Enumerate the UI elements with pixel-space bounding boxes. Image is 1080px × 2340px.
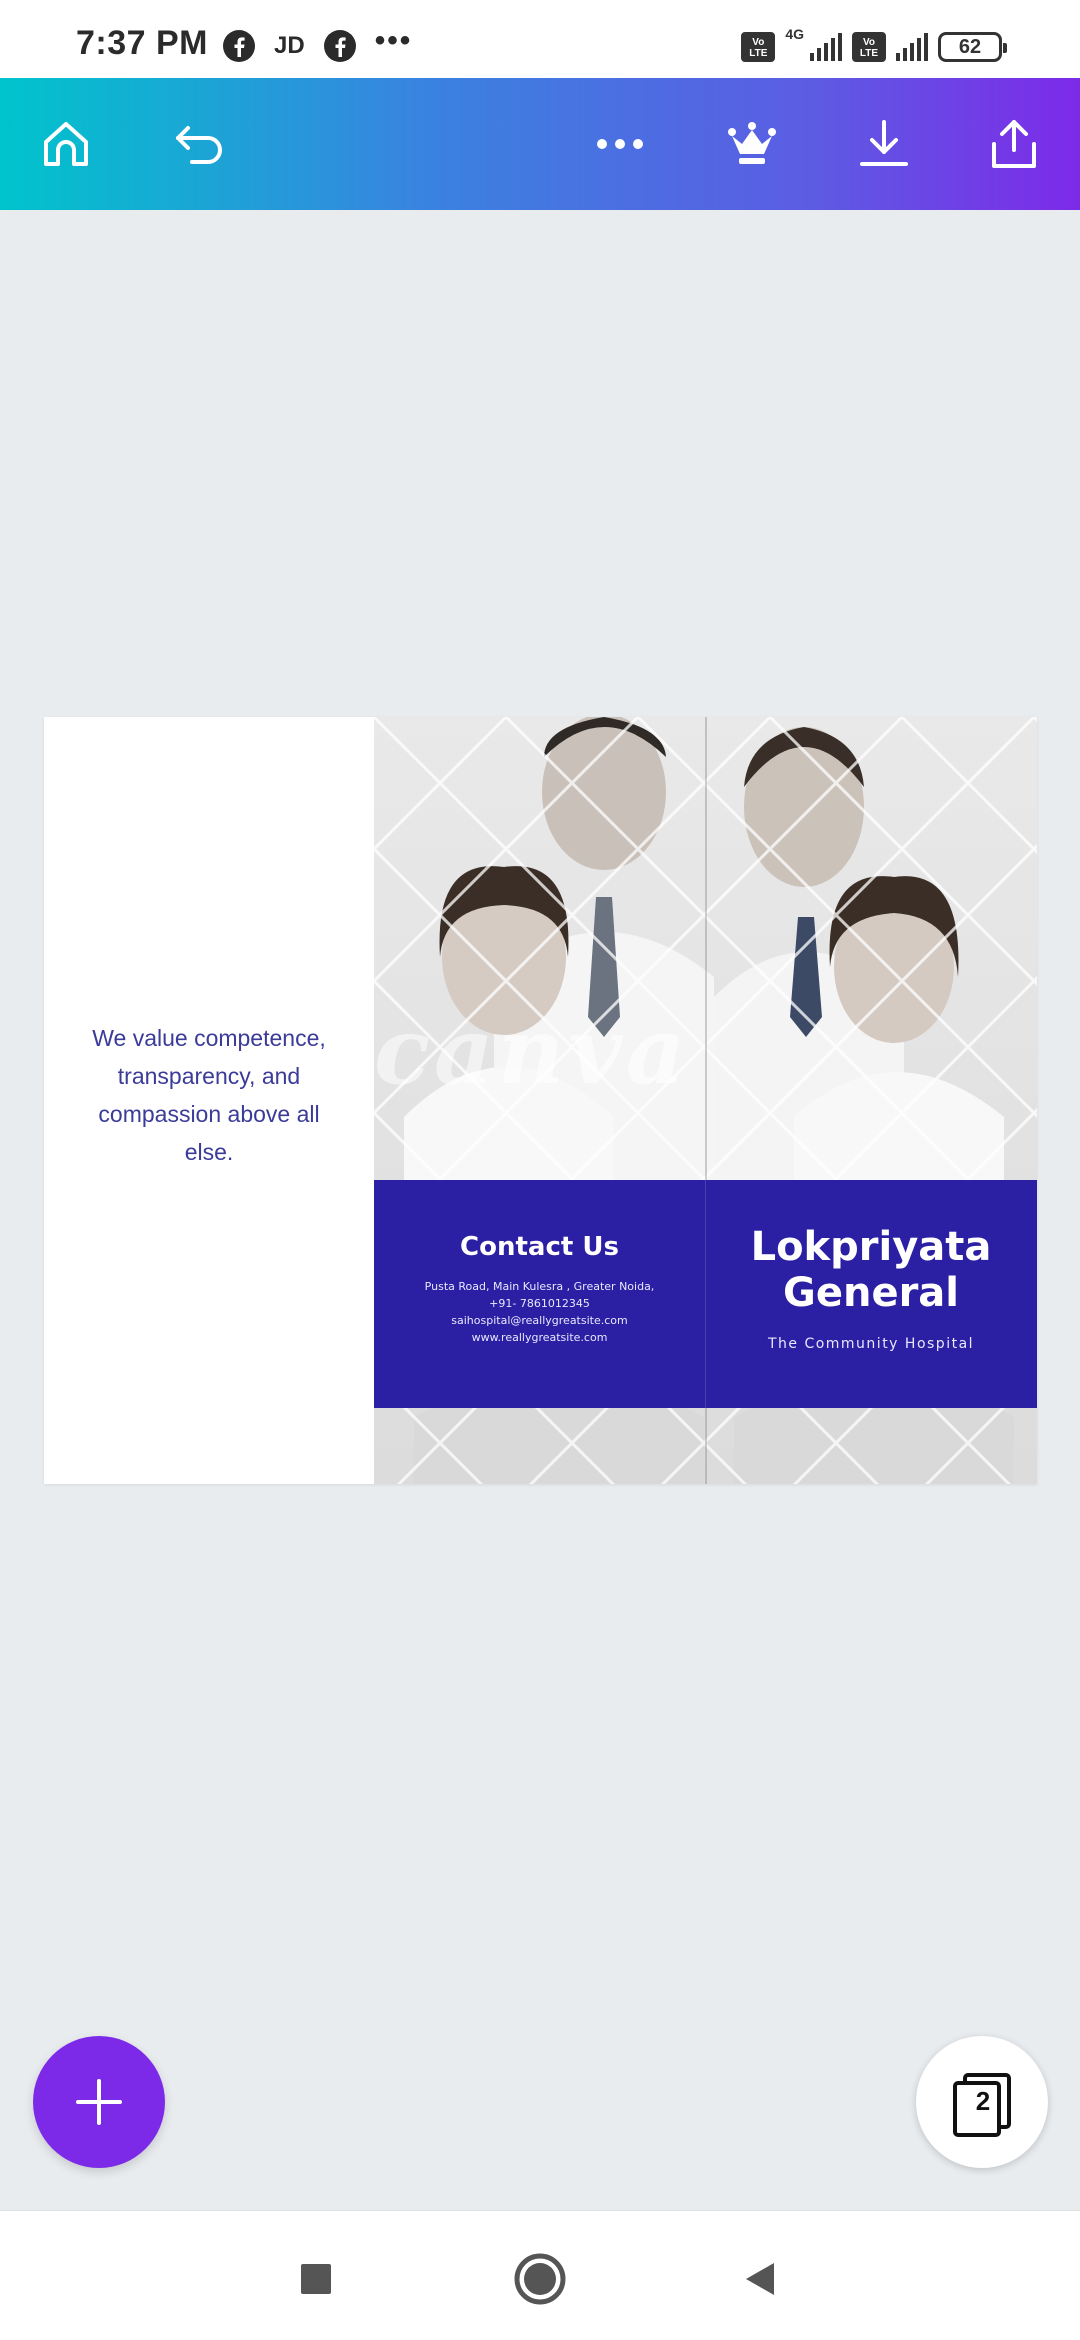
brand-section[interactable]: Lokpriyata General The Community Hospita… xyxy=(705,1180,1037,1408)
more-options-button[interactable] xyxy=(584,108,656,180)
status-bar: 7:37 PM JD ••• Vo LTE 4G Vo LTE 62 xyxy=(0,0,1080,78)
download-button[interactable] xyxy=(848,108,920,180)
undo-button[interactable] xyxy=(164,108,236,180)
share-icon xyxy=(992,120,1036,168)
volte-icon: Vo LTE xyxy=(852,32,886,62)
left-panel[interactable]: We value competence, transparency, and c… xyxy=(44,717,374,1484)
contact-band[interactable]: Contact Us Pusta Road, Main Kulesra , Gr… xyxy=(374,1180,1037,1408)
crown-icon xyxy=(728,122,776,164)
signal-icon xyxy=(810,33,842,61)
contact-email[interactable]: saihospital@reallygreatsite.com xyxy=(374,1312,705,1329)
recents-button[interactable] xyxy=(286,2249,346,2309)
share-button[interactable] xyxy=(978,108,1050,180)
more-icon: ••• xyxy=(374,24,413,57)
contact-details[interactable]: Pusta Road, Main Kulesra , Greater Noida… xyxy=(374,1278,705,1346)
contact-website[interactable]: www.reallygreatsite.com xyxy=(374,1329,705,1346)
contact-title[interactable]: Contact Us xyxy=(374,1232,705,1262)
premium-button[interactable] xyxy=(716,108,788,180)
more-options-icon xyxy=(597,139,643,149)
notification-icons: JD ••• xyxy=(222,24,412,64)
plus-icon xyxy=(76,2079,122,2125)
volte-icon: Vo LTE xyxy=(741,32,776,62)
home-nav-button[interactable] xyxy=(510,2249,570,2309)
home-circle-icon xyxy=(514,2253,566,2305)
design-canvas[interactable]: We value competence, transparency, and c… xyxy=(44,717,1037,1484)
network-type-label: 4G xyxy=(785,26,804,42)
undo-icon xyxy=(176,126,222,164)
brand-title[interactable]: Lokpriyata General xyxy=(705,1224,1037,1316)
editor-toolbar xyxy=(0,78,1080,210)
tagline-text[interactable]: We value competence, transparency, and c… xyxy=(74,1019,344,1171)
recents-square-icon xyxy=(301,2264,331,2294)
pages-count: 2 xyxy=(975,2086,991,2116)
back-button[interactable] xyxy=(730,2249,790,2309)
contact-address[interactable]: Pusta Road, Main Kulesra , Greater Noida… xyxy=(374,1278,705,1295)
signal-icon xyxy=(896,33,928,61)
jd-icon: JD xyxy=(274,32,305,59)
back-triangle-icon xyxy=(746,2263,774,2295)
facebook-icon xyxy=(323,30,356,62)
system-status: Vo LTE 4G Vo LTE 62 xyxy=(741,26,1007,68)
contact-section[interactable]: Contact Us Pusta Road, Main Kulesra , Gr… xyxy=(374,1180,705,1408)
brand-subtitle[interactable]: The Community Hospital xyxy=(705,1336,1037,1352)
pages-button[interactable]: 2 xyxy=(916,2036,1048,2168)
canva-watermark: canva xyxy=(374,997,690,1105)
facebook-icon xyxy=(223,30,255,62)
contact-phone[interactable]: +91- 7861012345 xyxy=(374,1295,705,1312)
status-time: 7:37 PM xyxy=(76,24,208,62)
brand-title-line1: Lokpriyata xyxy=(750,1224,992,1270)
download-icon xyxy=(860,120,908,166)
system-nav-bar xyxy=(0,2210,1080,2340)
home-button[interactable] xyxy=(30,108,102,180)
battery-icon: 62 xyxy=(938,32,1007,62)
brand-title-line2: General xyxy=(783,1270,959,1316)
home-icon xyxy=(44,122,88,166)
add-element-button[interactable] xyxy=(33,2036,165,2168)
